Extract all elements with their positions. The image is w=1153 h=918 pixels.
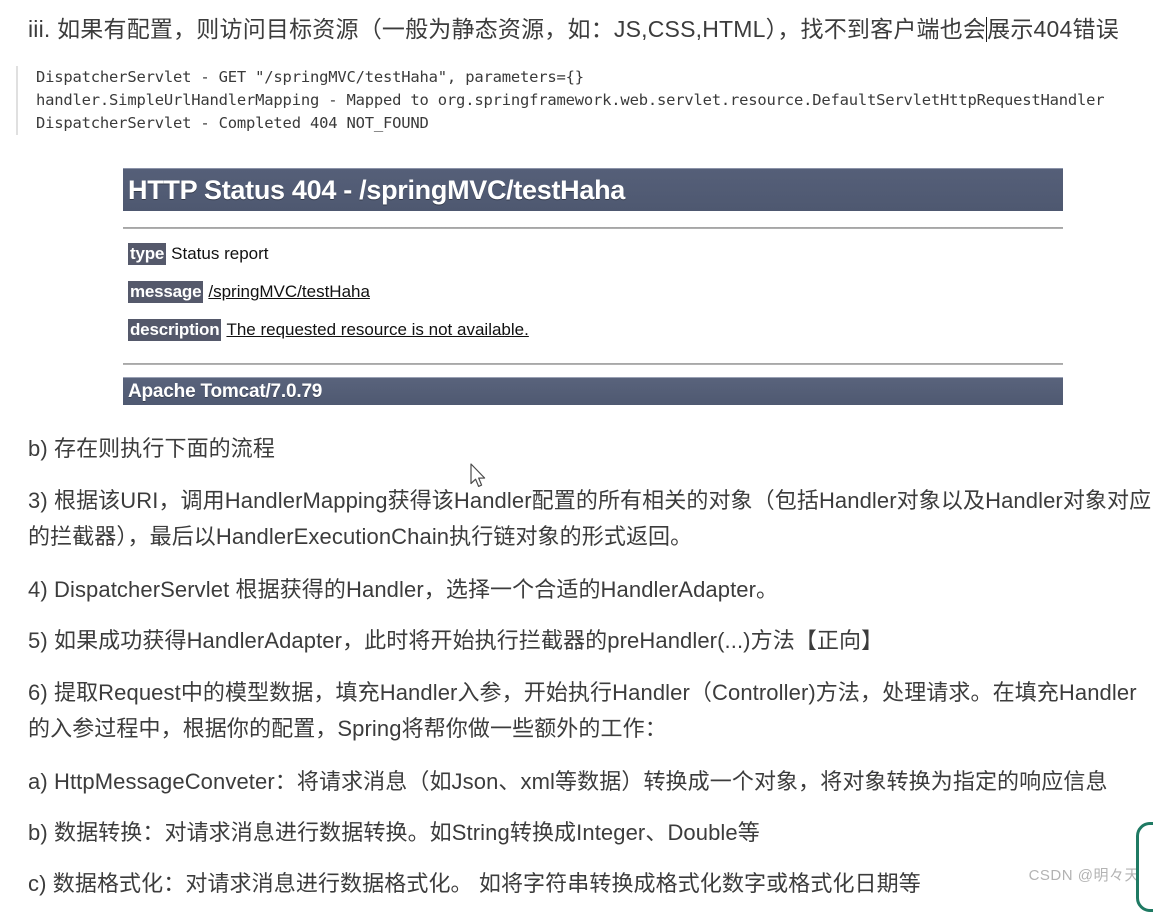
paragraph: 5) 如果成功获得HandlerAdapter，此时将开始执行拦截器的preHa… (28, 628, 884, 653)
tomcat-divider-bottom (123, 363, 1063, 365)
paragraph: 3) 根据该URI，调用HandlerMapping获得该Handler配置的所… (28, 488, 1152, 549)
tomcat-detail-list: type Status report message/springMVC/test… (123, 229, 1063, 357)
paragraph: 4) DispatcherServlet 根据获得的Handler，选择一个合适… (28, 577, 779, 602)
teal-rounded-overlay (1136, 822, 1153, 912)
tomcat-label-message: message (128, 281, 204, 303)
tomcat-label-description: description (128, 319, 222, 341)
paragraph: c) 数据格式化：对请求消息进行数据格式化。 如将字符串转换成格式化数字或格式化… (28, 871, 921, 896)
page-heading: iii. 如果有配置，则访问目标资源（一般为静态资源，如：JS,CSS,HTML… (28, 12, 1148, 46)
tomcat-version-label: Apache Tomcat/7.0.79 (128, 380, 323, 402)
paragraph: a) HttpMessageConveter：将请求消息（如Json、xml等数… (28, 769, 1108, 794)
tomcat-value-type: Status report (171, 244, 269, 263)
tomcat-footer-bar: Apache Tomcat/7.0.79 (123, 377, 1063, 405)
document-page: iii. 如果有配置，则访问目标资源（一般为静态资源，如：JS,CSS,HTML… (0, 0, 1153, 912)
tomcat-detail-row: type Status report (128, 243, 1063, 265)
paragraph: b) 存在则执行下面的流程 (28, 436, 275, 461)
heading-text-after-caret: 展示404错误 (987, 16, 1119, 42)
tomcat-value-message: /springMVC/testHaha (208, 282, 370, 301)
log-line: handler.SimpleUrlHandlerMapping - Mapped… (36, 91, 1105, 109)
log-line: DispatcherServlet - GET "/springMVC/test… (36, 68, 584, 86)
heading-text-before-caret: iii. 如果有配置，则访问目标资源（一般为静态资源，如：JS,CSS,HTML… (28, 16, 987, 42)
log-line: DispatcherServlet - Completed 404 NOT_FO… (36, 114, 429, 132)
tomcat-label-type: type (128, 243, 167, 265)
paragraph: b) 数据转换：对请求消息进行数据转换。如String转换成Integer、Do… (28, 820, 760, 845)
paragraph: 6) 提取Request中的模型数据，填充Handler入参，开始执行Handl… (28, 680, 1137, 741)
tomcat-detail-row: message/springMVC/testHaha (128, 281, 1063, 303)
article-body: b) 存在则执行下面的流程 3) 根据该URI，调用HandlerMapping… (28, 432, 1153, 918)
tomcat-error-page-screenshot: HTTP Status 404 - /springMVC/testHaha ty… (123, 168, 1063, 405)
log-code-block: DispatcherServlet - GET "/springMVC/test… (16, 66, 1153, 135)
csdn-watermark: CSDN @明々天 (1028, 867, 1140, 884)
tomcat-value-description: The requested resource is not available. (226, 320, 529, 339)
tomcat-detail-row: description The requested resource is not… (128, 319, 1063, 341)
tomcat-title-bar: HTTP Status 404 - /springMVC/testHaha (123, 168, 1063, 211)
tomcat-status-title: HTTP Status 404 - /springMVC/testHaha (128, 174, 626, 205)
